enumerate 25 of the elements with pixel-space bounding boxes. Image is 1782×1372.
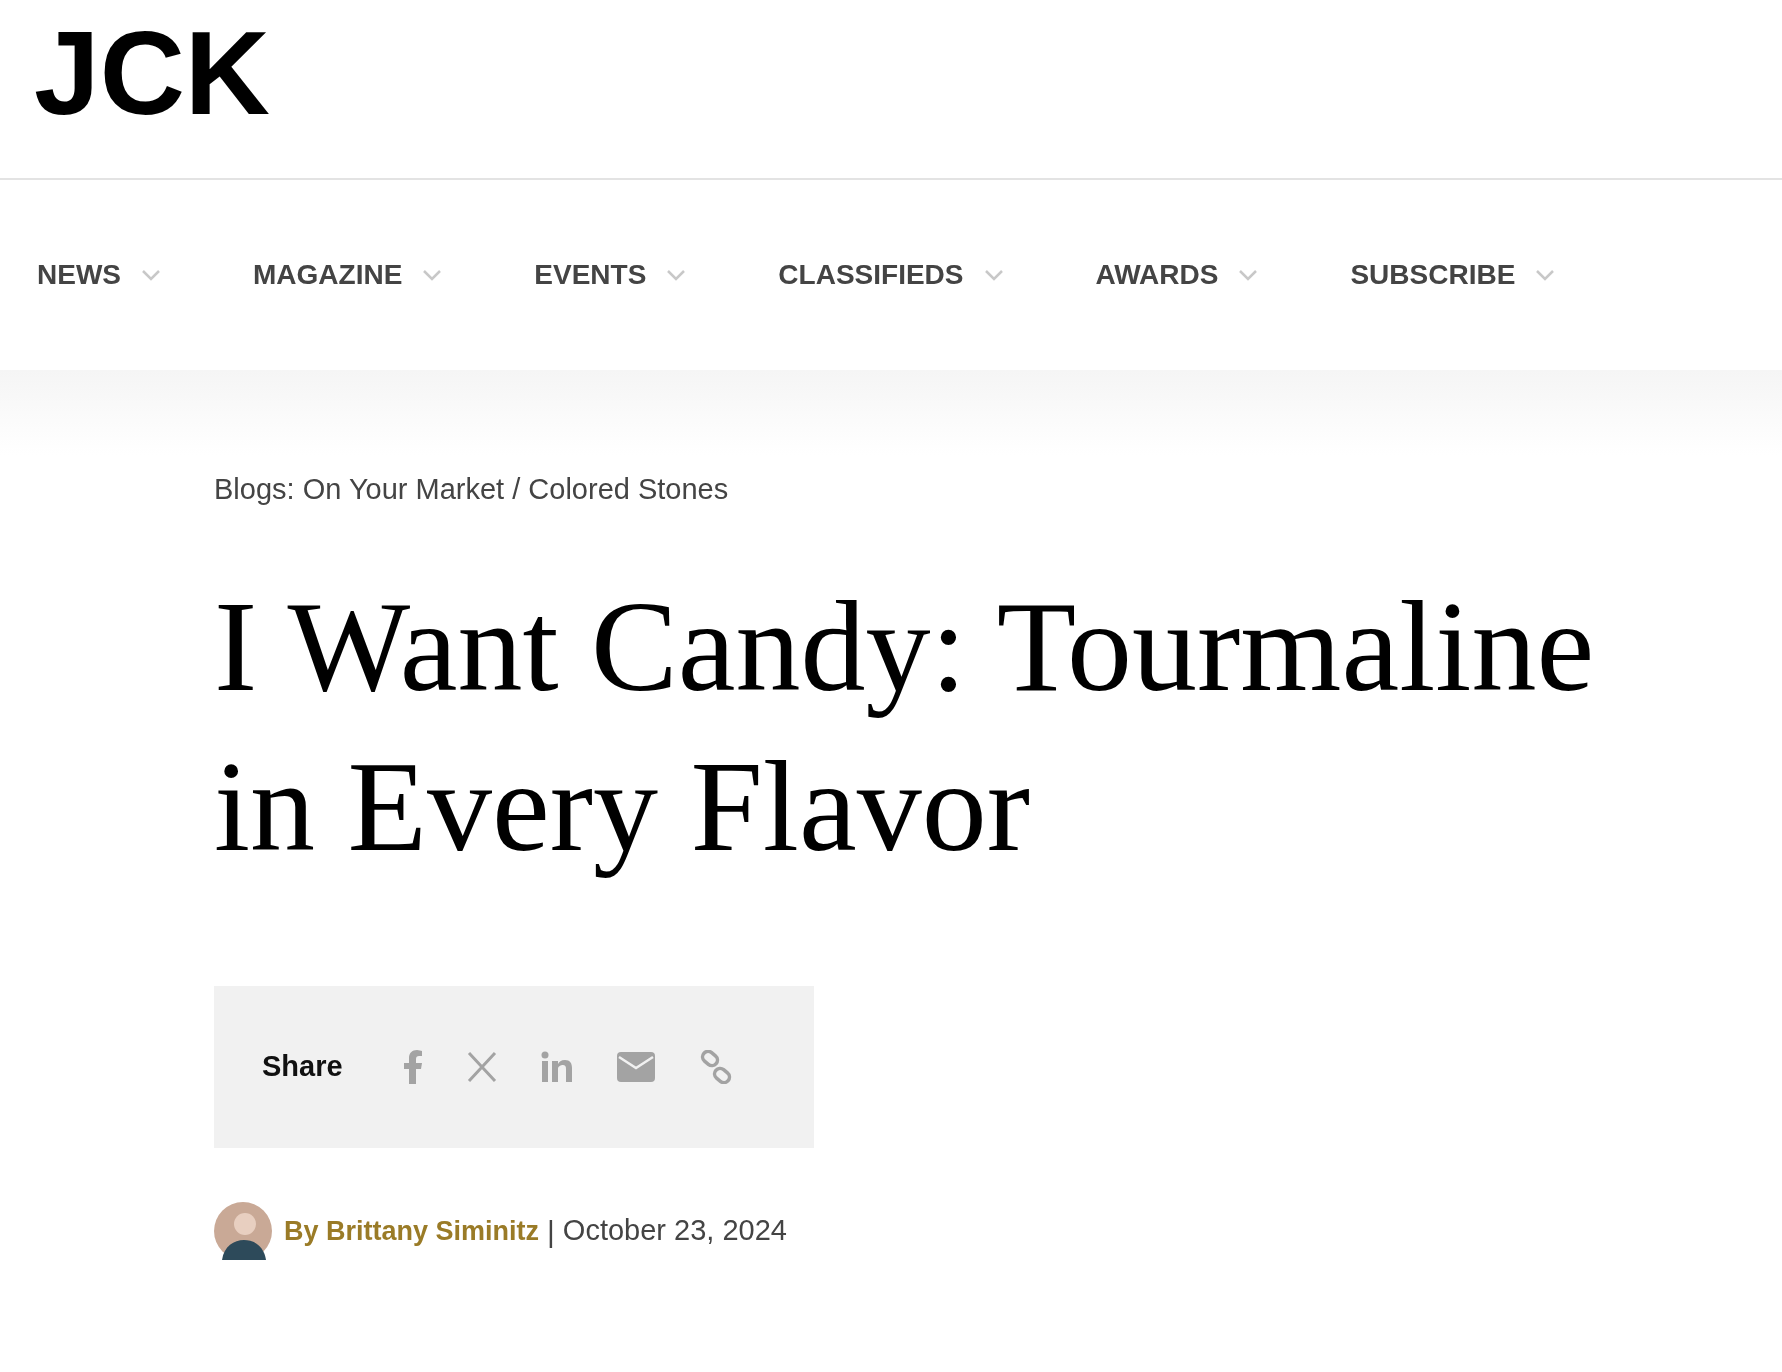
nav-item[interactable]: AWARDS: [1095, 254, 1259, 296]
chevron-down-icon: [141, 269, 161, 281]
nav-item[interactable]: NEWS: [37, 254, 161, 296]
chevron-down-icon: [1238, 269, 1259, 281]
linkedin-icon[interactable]: [540, 1051, 573, 1083]
share-label: Share: [262, 1049, 343, 1085]
link-icon[interactable]: [698, 1050, 733, 1084]
publish-date: October 23, 2024: [562, 1213, 787, 1249]
avatar-icon: [214, 1202, 272, 1260]
x-icon[interactable]: [466, 1051, 497, 1083]
chevron-down-icon: [666, 269, 687, 281]
separator: |: [547, 1213, 555, 1250]
nav-item[interactable]: EVENTS: [534, 254, 687, 296]
chevron-down-icon: [422, 269, 443, 281]
author-link[interactable]: By Brittany Siminitz: [284, 1210, 540, 1252]
nav-item[interactable]: SUBSCRIBE: [1350, 254, 1556, 296]
nav-item[interactable]: MAGAZINE: [253, 254, 443, 296]
email-icon[interactable]: [616, 1052, 655, 1082]
chevron-down-icon: [983, 269, 1004, 281]
logo[interactable]: JCK: [34, 3, 275, 145]
facebook-icon[interactable]: [402, 1050, 423, 1084]
chevron-down-icon: [1535, 269, 1556, 281]
article-title: I Want Candy: Tourmaline in Every Flavor: [214, 573, 1596, 880]
breadcrumb: Blogs: On Your Market / Colored Stones: [214, 475, 730, 504]
nav-item[interactable]: CLASSIFIEDS: [778, 254, 1004, 296]
